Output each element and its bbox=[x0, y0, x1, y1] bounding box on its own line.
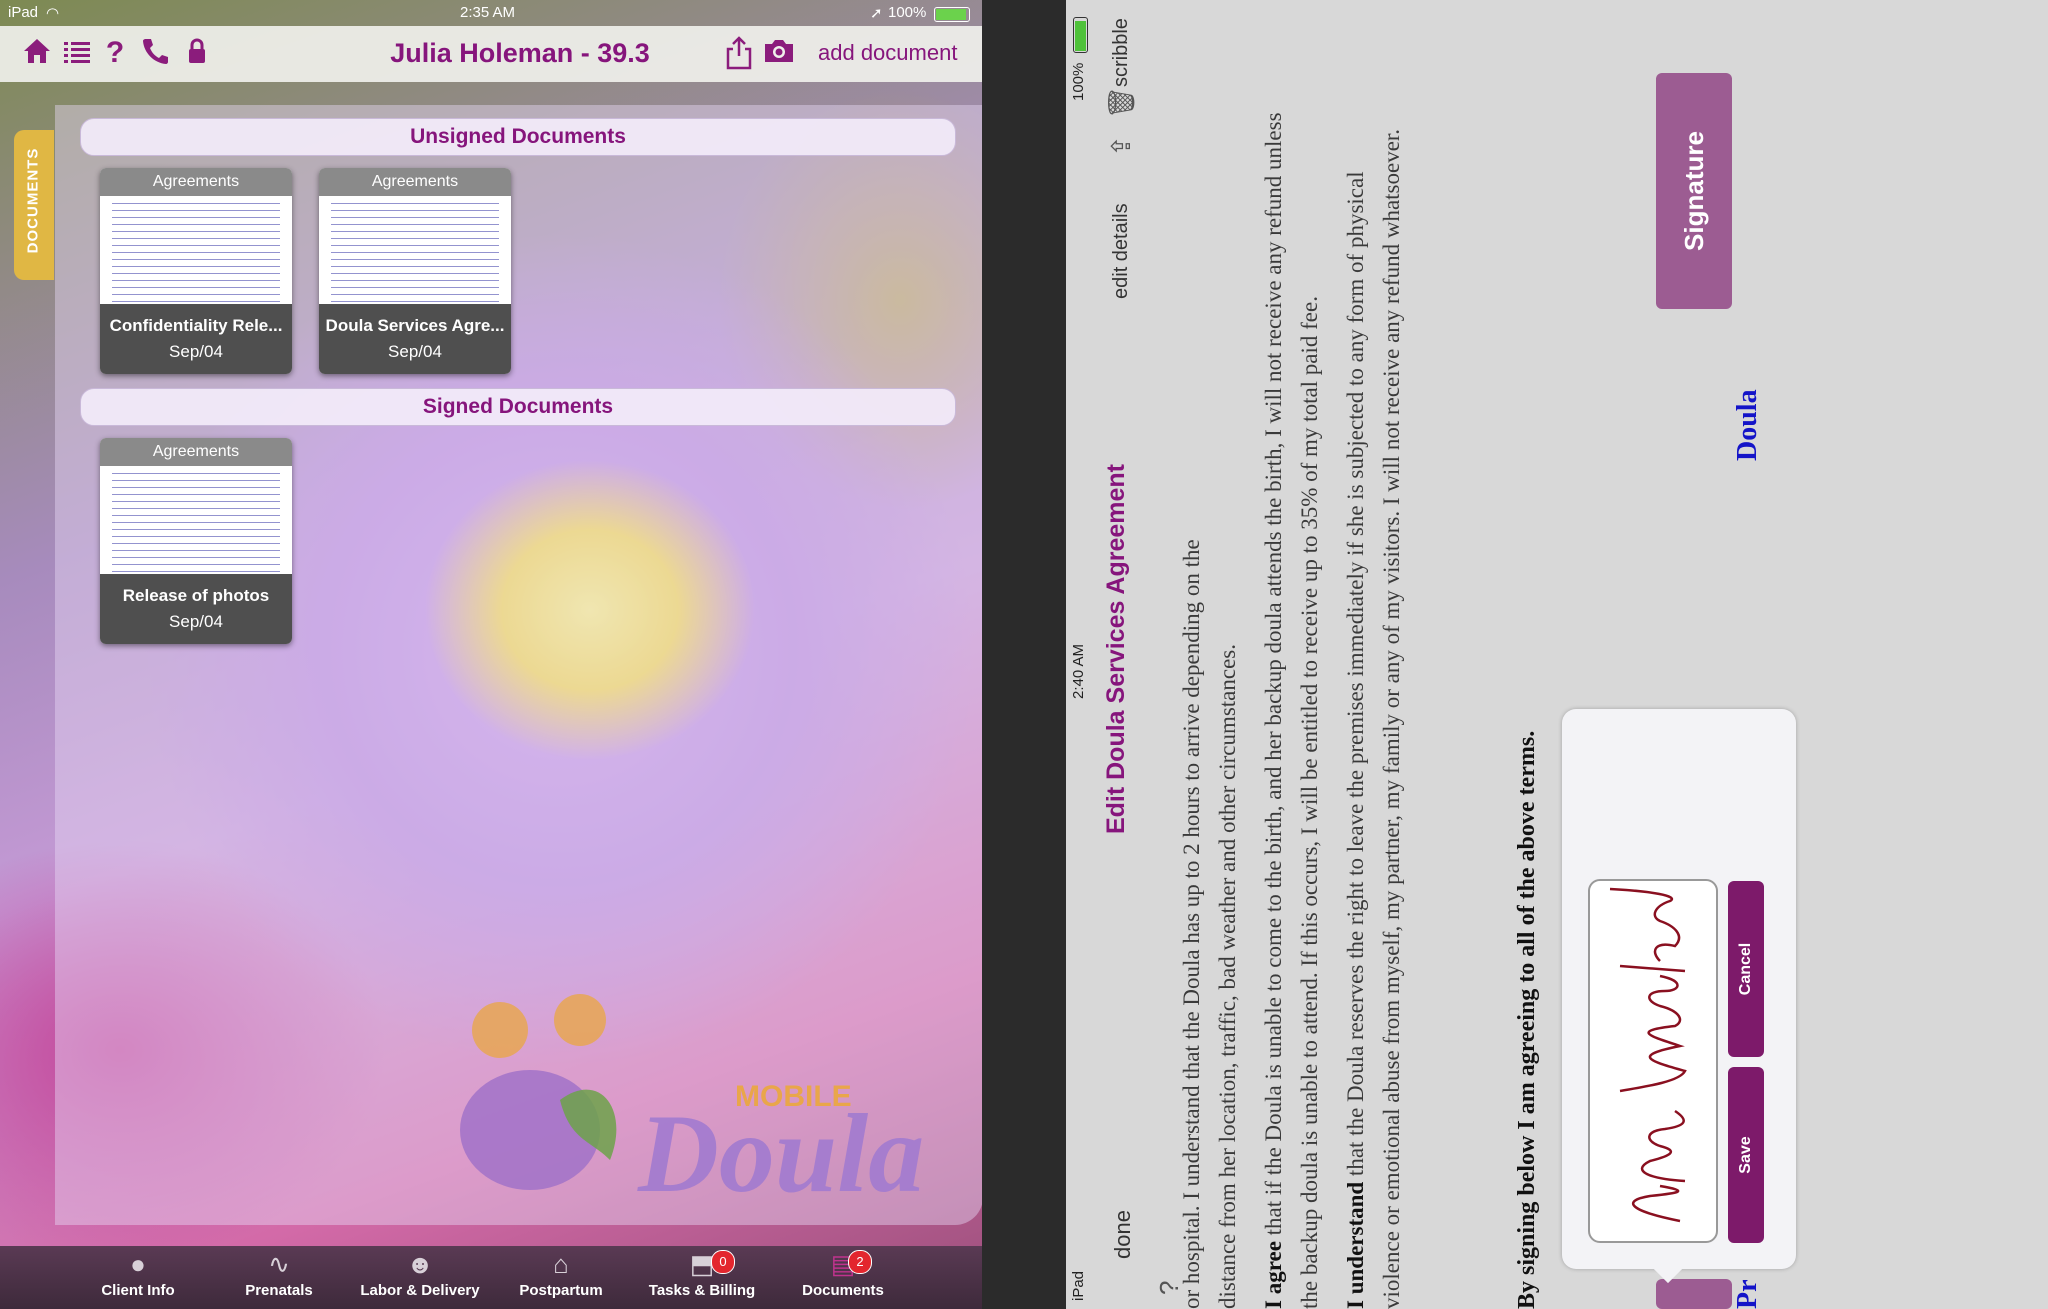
document-name: Doula Services Agre... bbox=[325, 316, 505, 335]
document-date: Sep/04 bbox=[169, 612, 223, 631]
bottom-tab-bar: ● Client Info ∿ Prenatals ☻ Labor & Deli… bbox=[0, 1246, 982, 1309]
tab-documents[interactable]: ▤ Documents 2 bbox=[778, 1246, 908, 1309]
client-name-title: Julia Holeman - 39.3 bbox=[390, 38, 650, 68]
tab-prenatals[interactable]: ∿ Prenatals bbox=[214, 1246, 344, 1309]
document-name: Confidentiality Rele... bbox=[109, 316, 283, 335]
document-thumbnail bbox=[112, 200, 280, 308]
signature-button[interactable]: Signature bbox=[1656, 73, 1732, 309]
clock: 2:40 AM bbox=[1070, 643, 1087, 699]
inbox-icon: ⬒ bbox=[689, 1249, 715, 1279]
text-line: distance from her location, traffic, bad… bbox=[1215, 643, 1240, 1309]
tab-label: Client Info bbox=[101, 1282, 175, 1299]
edit-details-button[interactable]: edit details bbox=[1110, 203, 1133, 299]
document-date: Sep/04 bbox=[388, 342, 442, 361]
lock-icon[interactable] bbox=[180, 36, 214, 70]
battery-icon bbox=[1073, 17, 1088, 53]
text-line: or hospital. I understand that the Doula… bbox=[1179, 539, 1204, 1309]
person-icon: ● bbox=[130, 1249, 146, 1279]
document-card-footer: Release of photos Sep/04 bbox=[100, 574, 292, 644]
page-title: Edit Doula Services Agreement bbox=[1102, 463, 1130, 835]
documents-side-tab-label: DOCUMENTS bbox=[24, 147, 42, 254]
document-name: Release of photos bbox=[122, 586, 270, 605]
status-bar: iPad 2:40 AM 100% bbox=[1066, 0, 1092, 1309]
top-navigation-bar: ? Julia Holeman - 39.3 add document bbox=[0, 26, 982, 82]
paragraph-text: that the Doula reserves the right to lea… bbox=[1343, 128, 1404, 1309]
list-icon[interactable] bbox=[60, 36, 94, 70]
agreement-paragraph: or hospital. I understand that the Doula… bbox=[1174, 99, 1246, 1309]
document-card-release-of-photos[interactable]: Agreements Release of photos Sep/04 bbox=[100, 438, 292, 644]
tab-label: Prenatals bbox=[245, 1282, 313, 1299]
agreement-paragraph: I understand that the Doula reserves the… bbox=[1338, 99, 1410, 1309]
agreement-paragraph: I agree that if the Doula is unable to c… bbox=[1256, 99, 1328, 1309]
tab-client-info[interactable]: ● Client Info bbox=[73, 1246, 203, 1309]
doula-signature-label: Doula bbox=[1732, 389, 1763, 461]
battery-icon bbox=[934, 7, 970, 22]
tab-tasks-billing[interactable]: ⬒ Tasks & Billing 0 bbox=[637, 1246, 767, 1309]
document-date: Sep/04 bbox=[169, 342, 223, 361]
document-category: Agreements bbox=[100, 168, 292, 196]
bold-phrase: I understand bbox=[1343, 1181, 1368, 1309]
mobile-doula-documents-screen: iPad ◠ 2:35 AM ➚ 100% ? Julia Holeman - … bbox=[0, 0, 982, 1309]
documents-side-tab[interactable]: DOCUMENTS bbox=[14, 130, 54, 280]
document-card-doula-services[interactable]: Agreements Doula Services Agre... Sep/04 bbox=[319, 168, 511, 374]
heartbeat-icon: ∿ bbox=[268, 1249, 290, 1279]
navigation-bar: ? done Edit Doula Services Agreement edi… bbox=[1092, 0, 1184, 1309]
rotated-landscape-view: iPad 2:40 AM 100% ? done Edit Doula Serv… bbox=[1066, 0, 2048, 1309]
share-icon[interactable]: ⇪ bbox=[1106, 135, 1137, 157]
cancel-button[interactable]: Cancel bbox=[1728, 881, 1764, 1057]
edit-agreement-screen: iPad 2:40 AM 100% ? done Edit Doula Serv… bbox=[1066, 0, 2048, 1309]
house-icon: ⌂ bbox=[553, 1249, 569, 1279]
logo-doula-text: Doula bbox=[638, 1092, 925, 1216]
paragraph-text: that if the Doula is unable to come to t… bbox=[1261, 112, 1322, 1309]
device-label: iPad bbox=[8, 4, 39, 21]
home-icon[interactable] bbox=[20, 36, 54, 70]
tab-label: Postpartum bbox=[519, 1282, 603, 1299]
tab-labor-delivery[interactable]: ☻ Labor & Delivery bbox=[355, 1246, 485, 1309]
device-label: iPad bbox=[1070, 1270, 1087, 1301]
signing-declaration: By signing below I am agreeing to all of… bbox=[1514, 730, 1540, 1309]
document-category: Agreements bbox=[319, 168, 511, 196]
add-document-link[interactable]: add document bbox=[818, 40, 957, 66]
location-icon: ➚ bbox=[870, 5, 883, 22]
tab-label: Tasks & Billing bbox=[648, 1282, 756, 1299]
bold-phrase: I agree bbox=[1261, 1241, 1286, 1309]
clock: 2:35 AM bbox=[460, 4, 516, 21]
share-icon[interactable] bbox=[722, 36, 756, 70]
documents-badge: 2 bbox=[848, 1250, 872, 1274]
documents-icon: ▤ bbox=[830, 1249, 856, 1279]
help-icon[interactable]: ? bbox=[98, 36, 132, 70]
battery-percent: 100% bbox=[888, 4, 927, 21]
document-category: Agreements bbox=[100, 438, 292, 466]
camera-icon[interactable] bbox=[762, 36, 796, 70]
tab-label: Labor & Delivery bbox=[360, 1282, 480, 1299]
document-card-footer: Doula Services Agre... Sep/04 bbox=[319, 304, 511, 374]
agreement-text: or hospital. I understand that the Doula… bbox=[1174, 99, 1420, 1309]
tab-label: Documents bbox=[802, 1282, 884, 1299]
battery-percent: 100% bbox=[1070, 62, 1087, 101]
document-thumbnail bbox=[112, 470, 280, 578]
done-button[interactable]: done bbox=[1110, 1210, 1136, 1259]
tab-postpartum[interactable]: ⌂ Postpartum bbox=[496, 1246, 626, 1309]
status-bar: iPad ◠ 2:35 AM ➚ 100% bbox=[0, 0, 982, 26]
phone-icon[interactable] bbox=[138, 36, 172, 70]
trash-icon[interactable]: 🗑 bbox=[1106, 86, 1137, 119]
tasks-badge: 0 bbox=[711, 1250, 735, 1274]
signed-documents-header: Signed Documents bbox=[80, 388, 956, 426]
mobile-doula-logo: MOBILE Doula bbox=[440, 990, 960, 1220]
document-card-confidentiality[interactable]: Agreements Confidentiality Rele... Sep/0… bbox=[100, 168, 292, 374]
save-button[interactable]: Save bbox=[1728, 1067, 1764, 1243]
document-thumbnail bbox=[331, 200, 499, 308]
print-label: Pr bbox=[1732, 1279, 1763, 1309]
baby-icon: ☻ bbox=[406, 1249, 434, 1279]
signature-popover: Save Cancel bbox=[1562, 709, 1796, 1284]
wifi-icon: ◠ bbox=[46, 5, 60, 22]
signature-canvas[interactable] bbox=[1588, 879, 1718, 1243]
handwritten-signature bbox=[1609, 887, 1687, 1223]
unsigned-documents-header: Unsigned Documents bbox=[80, 118, 956, 156]
document-card-footer: Confidentiality Rele... Sep/04 bbox=[100, 304, 292, 374]
scribble-button[interactable]: scribble bbox=[1110, 18, 1133, 87]
